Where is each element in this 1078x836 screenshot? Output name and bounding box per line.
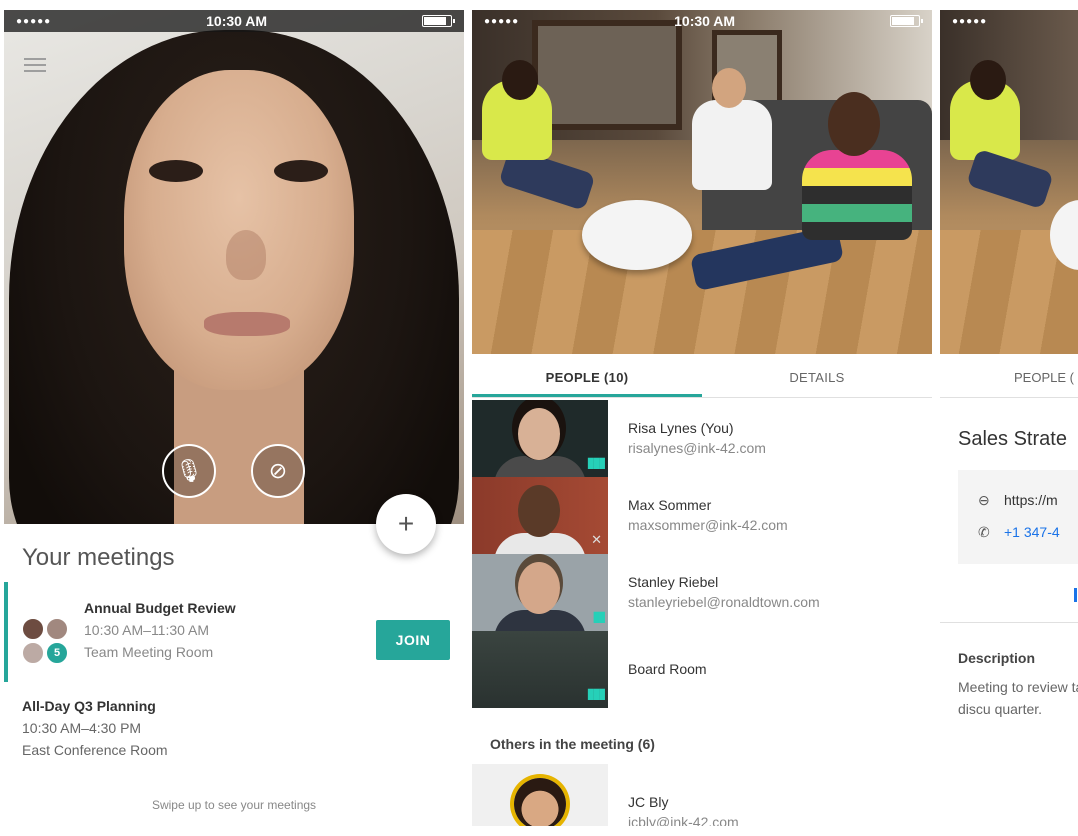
participant-video: ▮▮▮ [472, 631, 608, 708]
signal-icon: ●●●●● [952, 15, 988, 27]
participant-email: risalynes@ink-42.com [628, 440, 766, 456]
participant-email: stanleyriebel@ronaldtown.com [628, 594, 820, 610]
meeting-home-screen: ●●●●● 10:30 AM 🎙 ⊘ + Your meetings 5 Ann… [4, 10, 464, 826]
mic-mute-button[interactable]: 🎙 [162, 444, 216, 498]
meeting-time: 10:30 AM–4:30 PM [22, 720, 142, 736]
tab-details[interactable]: DETAILS [702, 360, 932, 397]
more-attendees-badge: 5 [46, 642, 68, 664]
meeting-card[interactable]: 5 Annual Budget Review 10:30 AM–11:30 AM… [4, 582, 464, 682]
participant-avatar [472, 764, 608, 826]
new-meeting-button[interactable]: + [376, 494, 436, 554]
meeting-title: Annual Budget Review [84, 600, 236, 616]
status-bar: ●●●●● 10:30 AM [4, 10, 464, 32]
tab-bar: PEOPLE (10) DETAILS [472, 360, 932, 398]
signal-icon: ●●●●● [484, 15, 520, 27]
participant-name: JC Bly [628, 794, 669, 810]
others-heading: Others in the meeting (6) [490, 736, 655, 752]
status-time: 10:30 AM [674, 13, 736, 29]
mic-off-icon: 🎙 [175, 458, 203, 483]
participant-row[interactable]: ▮▮▮ Risa Lynes (You) risalynes@ink-42.co… [472, 400, 932, 477]
meeting-title: All-Day Q3 Planning [22, 698, 156, 714]
meetings-title: Your meetings [22, 544, 175, 571]
participant-name: Max Sommer [628, 497, 712, 513]
description-label: Description [958, 650, 1036, 666]
audio-level-icon: ▮▮▮ [586, 685, 606, 701]
self-camera-preview [4, 10, 464, 524]
tab-people[interactable]: PEOPLE ( [940, 360, 1078, 398]
participant-row[interactable]: JC Bly jcbly@ink-42.com [472, 764, 932, 826]
participant-email: jcbly@ink-42.com [628, 814, 739, 826]
join-button[interactable]: JOIN [376, 620, 450, 660]
participant-video: ▮▮ [472, 554, 608, 631]
mic-off-icon: ✕ [591, 532, 602, 547]
participant-row[interactable]: ▮▮ Stanley Riebel stanleyriebel@ronaldto… [472, 554, 932, 631]
signal-icon: ●●●●● [16, 15, 52, 27]
room-video-feed [940, 10, 1078, 354]
participant-row[interactable]: ▮▮▮ Board Room [472, 631, 932, 708]
audio-level-icon: ▮▮ [592, 608, 606, 624]
avatar [46, 618, 68, 640]
swipe-hint: Swipe up to see your meetings [151, 798, 317, 812]
battery-icon [422, 15, 455, 27]
participant-row[interactable]: ✕ Max Sommer maxsommer@ink-42.com [472, 477, 932, 554]
camera-off-icon: ⊘ [268, 458, 288, 483]
tab-people[interactable]: PEOPLE (10) [472, 360, 702, 397]
participant-name: Risa Lynes (You) [628, 420, 734, 436]
phone-icon: ✆ [978, 524, 990, 540]
meeting-details-screen: ●●●●● PEOPLE ( Sales Strate ⊖ https://m ✆… [940, 10, 1078, 826]
room-video-feed [472, 10, 932, 354]
in-call-screen: ●●●●● 10:30 AM PEOPLE (10) DETAILS ▮▮▮ R… [472, 10, 932, 826]
camera-off-button[interactable]: ⊘ [251, 444, 305, 498]
participant-email: maxsommer@ink-42.com [628, 517, 788, 533]
avatar [22, 642, 44, 664]
meeting-room: East Conference Room [22, 742, 168, 758]
participant-video: ✕ [472, 477, 608, 554]
meeting-room: Team Meeting Room [84, 644, 214, 660]
status-bar: ●●●●● [940, 10, 1078, 32]
status-time: 10:30 AM [206, 13, 268, 29]
meeting-link[interactable]: ⊖ https://m [978, 492, 1058, 509]
description-text: Meeting to review targets and discu quar… [958, 679, 1078, 717]
participant-name: Board Room [628, 661, 707, 677]
meeting-card[interactable]: All-Day Q3 Planning 10:30 AM–4:30 PM Eas… [4, 692, 464, 772]
menu-icon[interactable] [24, 58, 46, 74]
divider [940, 622, 1078, 623]
meeting-info-card: ⊖ https://m ✆ +1 347-4 [958, 470, 1078, 564]
link-icon: ⊖ [978, 492, 990, 508]
participant-name: Stanley Riebel [628, 574, 719, 590]
meeting-title: Sales Strate [958, 428, 1067, 450]
participant-video: ▮▮▮ [472, 400, 608, 477]
plus-icon: + [397, 508, 415, 539]
meeting-phone[interactable]: ✆ +1 347-4 [978, 524, 1060, 541]
battery-icon [890, 15, 923, 27]
audio-level-icon: ▮▮▮ [586, 454, 606, 470]
status-bar: ●●●●● 10:30 AM [472, 10, 932, 32]
avatar [22, 618, 44, 640]
meeting-time: 10:30 AM–11:30 AM [84, 622, 210, 638]
attendee-avatars: 5 [22, 618, 70, 666]
